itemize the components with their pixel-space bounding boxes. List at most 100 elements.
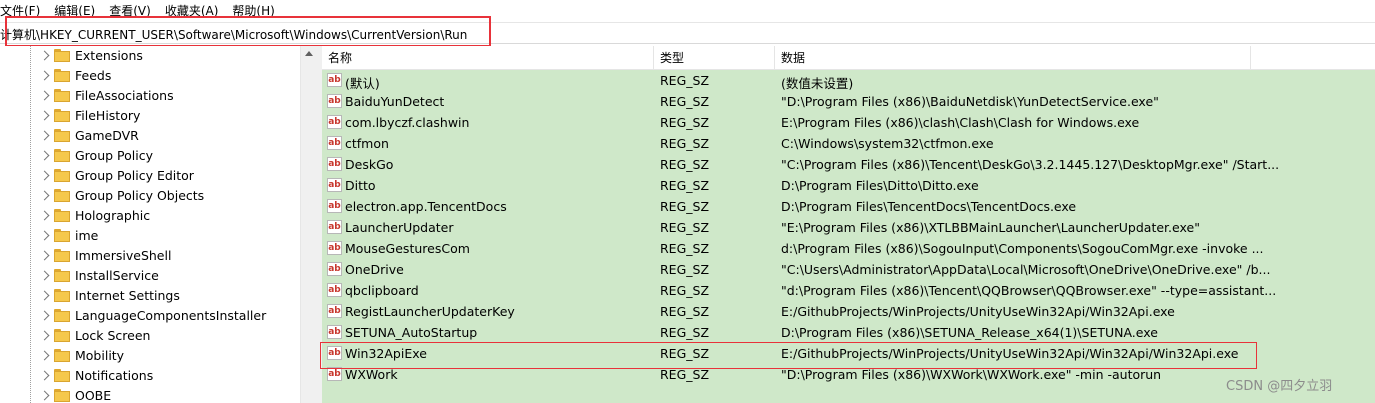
tree-item[interactable]: Internet Settings (0, 286, 300, 306)
string-value-icon: ab (327, 73, 342, 87)
chevron-right-icon[interactable] (39, 70, 50, 81)
tree-item-label: FileHistory (75, 108, 141, 123)
string-value-icon: ab (327, 157, 342, 171)
tree-item[interactable]: Holographic (0, 206, 300, 226)
list-header: 名称 类型 数据 (322, 46, 1375, 70)
string-value-icon: ab (327, 346, 342, 360)
menu-help[interactable]: 帮助(H) (225, 0, 281, 22)
tree-item[interactable]: OOBE (0, 386, 300, 403)
tree-item[interactable]: InstallService (0, 266, 300, 286)
chevron-right-icon[interactable] (39, 210, 50, 221)
value-row[interactable]: ab MouseGesturesCom REG_SZ d:\Program Files… (322, 238, 1375, 259)
value-row[interactable]: ab OneDrive REG_SZ "C:\Users\Administrator\… (322, 259, 1375, 280)
tree-item[interactable]: Feeds (0, 66, 300, 86)
chevron-right-icon[interactable] (39, 270, 50, 281)
value-name: DeskGo (345, 157, 394, 172)
column-header-type[interactable]: 类型 (654, 46, 775, 70)
chevron-right-icon[interactable] (39, 370, 50, 381)
value-type: REG_SZ (660, 94, 710, 109)
folder-icon (54, 289, 70, 302)
chevron-right-icon[interactable] (39, 50, 50, 61)
chevron-right-icon[interactable] (39, 90, 50, 101)
chevron-right-icon[interactable] (39, 150, 50, 161)
value-data: d:\Program Files (x86)\SogouInput\Compon… (781, 241, 1264, 256)
value-row[interactable]: ab Ditto REG_SZ D:\Program Files\Ditto\Ditt… (322, 175, 1375, 196)
value-type: REG_SZ (660, 220, 710, 235)
tree-item[interactable]: FileAssociations (0, 86, 300, 106)
tree-item-label: OOBE (75, 388, 112, 403)
folder-icon (54, 49, 70, 62)
menu-view[interactable]: 查看(V) (102, 0, 158, 22)
value-name: WXWork (345, 367, 398, 382)
value-row[interactable]: ab com.lbyczf.clashwin REG_SZ E:\Program Fi… (322, 112, 1375, 133)
tree-item-label: Group Policy (75, 148, 153, 163)
value-type: REG_SZ (660, 199, 710, 214)
value-data: "d:\Program Files (x86)\Tencent\QQBrowse… (781, 283, 1277, 298)
column-header-name[interactable]: 名称 (322, 46, 654, 70)
chevron-right-icon[interactable] (39, 130, 50, 141)
chevron-right-icon[interactable] (39, 290, 50, 301)
tree-item[interactable]: Mobility (0, 346, 300, 366)
value-data: "C:\Program Files (x86)\Tencent\DeskGo\3… (781, 157, 1280, 172)
values-list-pane: 名称 类型 数据 ab (默认) REG_SZ (数值未设置) ab BaiduYunDe… (322, 46, 1375, 403)
value-data: D:\Program Files\TencentDocs\TencentDocs… (781, 199, 1077, 214)
address-bar[interactable]: 计算机\HKEY_CURRENT_USER\Software\Microsoft… (0, 22, 1375, 44)
value-data: E:/GithubProjects/WinProjects/UnityUseWi… (781, 304, 1175, 319)
tree-item[interactable]: ime (0, 226, 300, 246)
tree-list: Extensions Feeds FileAssociations FileHisto… (0, 46, 300, 403)
chevron-right-icon[interactable] (39, 230, 50, 241)
tree-item[interactable]: Group Policy Editor (0, 166, 300, 186)
string-value-icon: ab (327, 262, 342, 276)
value-row[interactable]: ab SETUNA_AutoStartup REG_SZ D:\Program Fil… (322, 322, 1375, 343)
chevron-right-icon[interactable] (39, 250, 50, 261)
tree-item-label: Feeds (75, 68, 112, 83)
value-name: LauncherUpdater (345, 220, 454, 235)
tree-item-label: Extensions (75, 48, 143, 63)
tree-item-label: Holographic (75, 208, 151, 223)
tree-item[interactable]: Group Policy (0, 146, 300, 166)
tree-item[interactable]: GameDVR (0, 126, 300, 146)
value-data: "C:\Users\Administrator\AppData\Local\Mi… (781, 262, 1271, 277)
tree-item[interactable]: Extensions (0, 46, 300, 66)
value-type: REG_SZ (660, 115, 710, 130)
tree-item[interactable]: FileHistory (0, 106, 300, 126)
value-name: electron.app.TencentDocs (345, 199, 507, 214)
menu-edit[interactable]: 编辑(E) (47, 0, 102, 22)
chevron-right-icon[interactable] (39, 110, 50, 121)
menu-favorites[interactable]: 收藏夹(A) (158, 0, 226, 22)
value-data: E:\Program Files (x86)\clash\Clash\Clash… (781, 115, 1140, 130)
value-row[interactable]: ab electron.app.TencentDocs REG_SZ D:\Progr… (322, 196, 1375, 217)
chevron-right-icon[interactable] (39, 170, 50, 181)
tree-item[interactable]: Group Policy Objects (0, 186, 300, 206)
tree-item[interactable]: Notifications (0, 366, 300, 386)
chevron-right-icon[interactable] (39, 350, 50, 361)
tree-item[interactable]: ImmersiveShell (0, 246, 300, 266)
tree-item[interactable]: LanguageComponentsInstaller (0, 306, 300, 326)
value-name: BaiduYunDetect (345, 94, 445, 109)
tree-item-label: Lock Screen (75, 328, 151, 343)
registry-tree-pane: Extensions Feeds FileAssociations FileHisto… (0, 46, 317, 403)
chevron-right-icon[interactable] (39, 330, 50, 341)
value-row[interactable]: ab LauncherUpdater REG_SZ "E:\Program Files… (322, 217, 1375, 238)
scroll-up-arrow-icon[interactable] (305, 51, 313, 56)
tree-scrollbar[interactable] (300, 46, 317, 403)
chevron-right-icon[interactable] (39, 390, 50, 401)
value-row[interactable]: ab RegistLauncherUpdaterKey REG_SZ E:/Githu… (322, 301, 1375, 322)
address-path[interactable]: 计算机\HKEY_CURRENT_USER\Software\Microsoft… (0, 26, 467, 43)
value-name: MouseGesturesCom (345, 241, 470, 256)
value-row[interactable]: ab (默认) REG_SZ (数值未设置) (322, 70, 1375, 91)
chevron-right-icon[interactable] (39, 310, 50, 321)
value-type: REG_SZ (660, 262, 710, 277)
tree-item-label: FileAssociations (75, 88, 174, 103)
chevron-right-icon[interactable] (39, 190, 50, 201)
tree-item[interactable]: Lock Screen (0, 326, 300, 346)
value-row[interactable]: ab Win32ApiExe REG_SZ E:/GithubProjects/Win… (322, 343, 1375, 364)
value-row[interactable]: ab WXWork REG_SZ "D:\Program Files (x86)\WX… (322, 364, 1375, 385)
value-row[interactable]: ab DeskGo REG_SZ "C:\Program Files (x86)\Te… (322, 154, 1375, 175)
folder-icon (54, 89, 70, 102)
menu-file[interactable]: 文件(F) (0, 0, 47, 22)
value-row[interactable]: ab ctfmon REG_SZ C:\Windows\system32\ctfmon… (322, 133, 1375, 154)
column-header-data[interactable]: 数据 (775, 46, 1251, 70)
value-row[interactable]: ab qbclipboard REG_SZ "d:\Program Files (x8… (322, 280, 1375, 301)
value-row[interactable]: ab BaiduYunDetect REG_SZ "D:\Program Files … (322, 91, 1375, 112)
